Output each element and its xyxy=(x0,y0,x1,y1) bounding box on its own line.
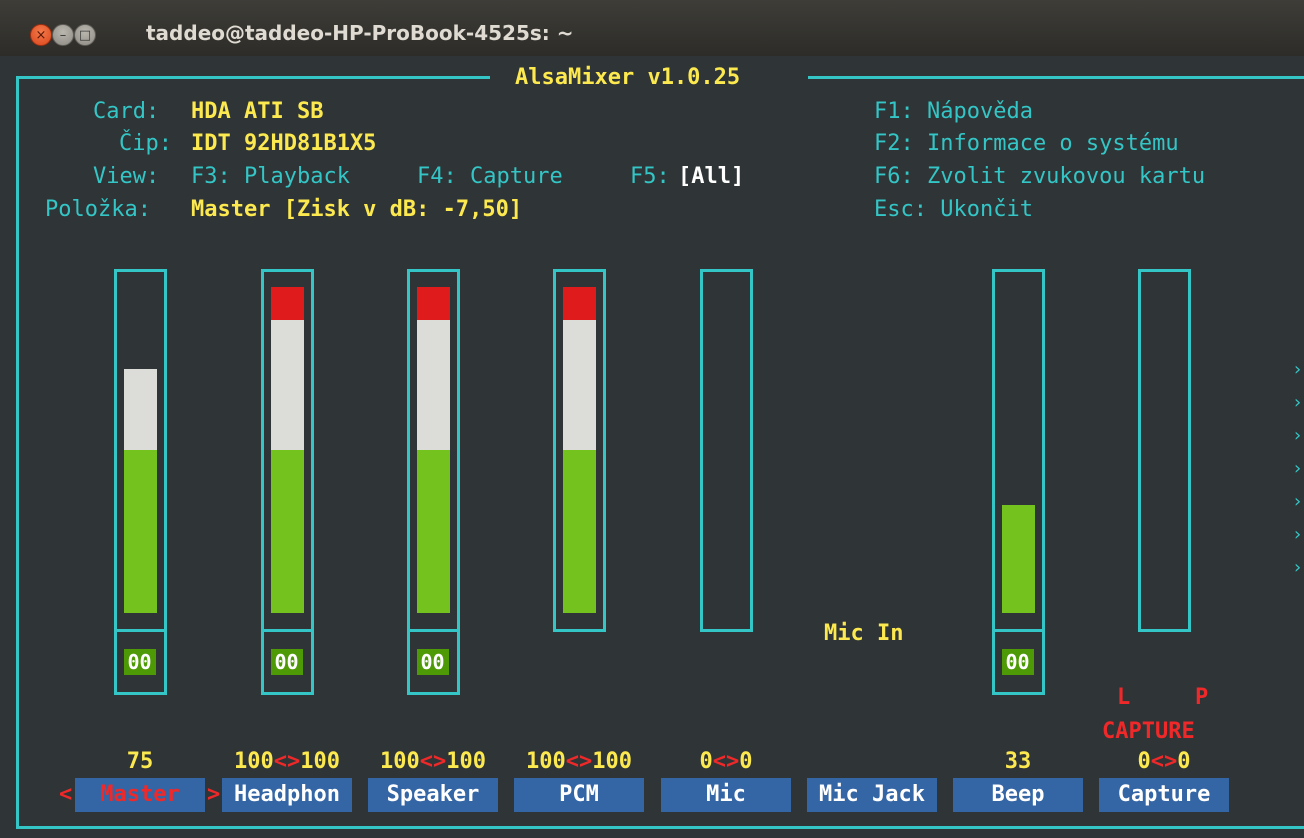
chevron-right-icon: › xyxy=(1292,491,1303,512)
mute-toggle[interactable]: 00 xyxy=(113,629,167,695)
close-icon[interactable]: × xyxy=(30,24,52,46)
frame-top-left xyxy=(16,76,490,79)
channel-name-speaker[interactable]: Speaker xyxy=(368,778,498,812)
chevron-right-icon: › xyxy=(1292,524,1303,545)
chevron-right-icon: › xyxy=(1292,359,1303,380)
mute-state: 00 xyxy=(1001,649,1034,675)
maximize-icon[interactable]: □ xyxy=(74,24,96,46)
meter-fill-grey xyxy=(270,319,304,450)
channel-name-master[interactable]: Master xyxy=(75,778,205,812)
meter-fill-green xyxy=(123,450,157,613)
channel-name-pcm[interactable]: PCM xyxy=(514,778,644,812)
frame-left xyxy=(16,76,19,828)
chevron-right-icon: › xyxy=(1292,425,1303,446)
selected-right-marker: > xyxy=(207,782,221,807)
channel-name-headphon[interactable]: Headphon xyxy=(222,778,352,812)
mute-toggle[interactable]: 00 xyxy=(406,629,460,695)
window-titlebar[interactable]: × – □ taddeo@taddeo-HP-ProBook-4525s: ~ xyxy=(0,0,1304,56)
volume-value: 0<>0 xyxy=(1137,749,1191,774)
capture-left-flag: L xyxy=(1117,685,1131,710)
meter-fill-grey xyxy=(123,368,157,450)
chip-value: IDT 92HD81B1X5 xyxy=(191,131,377,156)
channel-name-capture[interactable]: Capture xyxy=(1099,778,1229,812)
meter-fill-grey xyxy=(416,319,450,450)
selected-left-marker: < xyxy=(59,782,73,807)
card-label: Card: xyxy=(93,99,160,124)
view-capture[interactable]: F4: Capture xyxy=(417,164,563,190)
help-f2[interactable]: F2: Informace o systému xyxy=(874,131,1179,157)
help-f6[interactable]: F6: Zvolit zvukovou kartu xyxy=(874,164,1205,190)
frame-top-right xyxy=(808,76,1304,79)
volume-value: 100<>100 xyxy=(234,749,340,774)
meter-capture[interactable] xyxy=(1137,269,1191,632)
chevron-right-icon: › xyxy=(1292,557,1303,578)
meter-fill-green xyxy=(416,450,450,613)
volume-value: 100<>100 xyxy=(526,749,632,774)
meter-fill-redfill xyxy=(562,287,596,320)
view-all-key[interactable]: F5: xyxy=(630,164,670,190)
mute-state: 00 xyxy=(416,649,449,675)
mute-state: 00 xyxy=(123,649,156,675)
item-value: Master [Zisk v dB: -7,50] xyxy=(191,197,523,222)
volume-value: 33 xyxy=(1004,749,1032,774)
chip-label: Čip: xyxy=(119,131,172,156)
help-esc[interactable]: Esc: Ukončit xyxy=(874,197,1033,223)
capture-switch-label[interactable]: CAPTURE xyxy=(1102,719,1195,745)
item-label: Položka: xyxy=(45,197,151,222)
mic-in-label: Mic In xyxy=(824,621,904,646)
terminal-area[interactable]: AlsaMixer v1.0.25 Card: HDA ATI SB Čip: … xyxy=(0,56,1304,838)
channel-name-mic[interactable]: Mic xyxy=(661,778,791,812)
card-value: HDA ATI SB xyxy=(191,99,324,124)
meter-mic[interactable] xyxy=(699,269,753,632)
channel-name-mic-jack[interactable]: Mic Jack xyxy=(807,778,937,812)
meter-fill-grey xyxy=(562,319,596,450)
volume-value: 75 xyxy=(126,749,154,774)
volume-value: 0<>0 xyxy=(699,749,753,774)
minimize-icon[interactable]: – xyxy=(52,24,74,46)
meter-fill-green xyxy=(1001,505,1035,613)
meter-fill-redfill xyxy=(270,287,304,320)
chevron-right-icon: › xyxy=(1292,392,1303,413)
meter-fill-green xyxy=(562,450,596,613)
mute-state: 00 xyxy=(270,649,303,675)
meter-fill-green xyxy=(270,450,304,613)
view-all[interactable]: [All] xyxy=(678,164,744,190)
mute-toggle[interactable]: 00 xyxy=(991,629,1045,695)
capture-right-flag: P xyxy=(1195,685,1209,710)
mixer-title: AlsaMixer v1.0.25 xyxy=(515,65,741,90)
view-label: View: xyxy=(93,164,160,189)
view-playback[interactable]: F3: Playback xyxy=(191,164,350,190)
mute-toggle[interactable]: 00 xyxy=(260,629,314,695)
frame-bottom xyxy=(16,826,1304,829)
channel-name-beep[interactable]: Beep xyxy=(953,778,1083,812)
volume-value: 100<>100 xyxy=(380,749,486,774)
chevron-right-icon: › xyxy=(1292,458,1303,479)
meter-fill-redfill xyxy=(416,287,450,320)
help-f1[interactable]: F1: Nápověda xyxy=(874,99,1033,125)
window-title: taddeo@taddeo-HP-ProBook-4525s: ~ xyxy=(146,21,574,45)
